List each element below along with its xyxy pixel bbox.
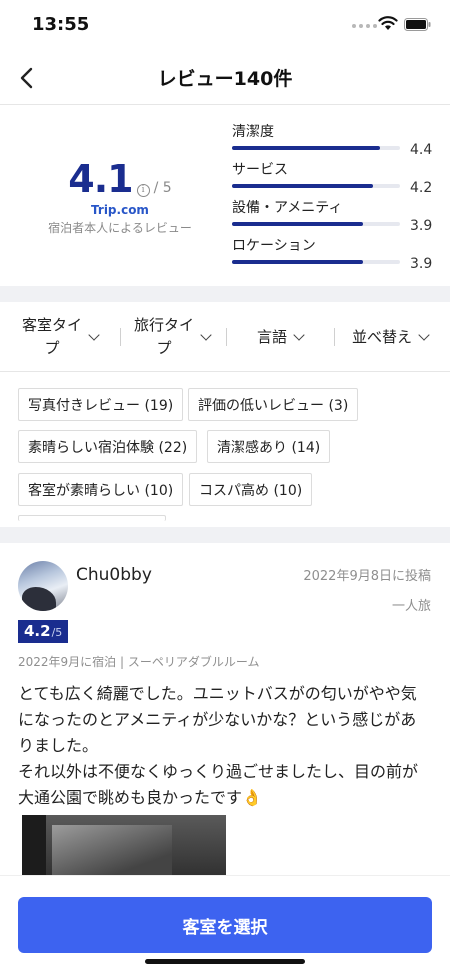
cellular-signal-icon [352,24,377,28]
chevron-down-icon [200,329,212,341]
page-title: レビュー140件 [157,68,293,90]
home-indicator [145,959,305,964]
overall-score: 4.1 [68,157,133,201]
category-value: 3.9 [410,256,433,272]
category-row: 設備・アメニティ 3.9 [232,197,432,235]
category-row: ロケーション 3.9 [232,235,432,273]
tag-chip[interactable]: 客室が素晴らしい (10) [18,473,184,506]
tag-chip[interactable]: コスパ高め (10) [189,473,313,506]
category-bar [232,146,400,150]
tag-chip[interactable]: 清潔感あり (14) [207,430,331,463]
trip-type: 一人旅 [391,599,431,614]
stay-info: 2022年9月に宿泊 | スーペリアダブルルーム [18,655,260,669]
review-text-paragraph: とても広く綺麗でした。ユニットバスがの匂いがやや気になったのとアメニティが少ない… [18,684,417,755]
category-ratings: 清潔度 4.4 サービス 4.2 設備・アメニティ 3.9 ロケーション 3.9 [232,121,432,273]
battery-icon [404,18,431,31]
review-text-paragraph: それ以外は不便なくゆっくり過ごせましたし、目の前が大通公園で眺めも良かったです👌 [18,762,419,807]
chevron-down-icon [293,329,305,341]
category-bar [232,222,400,226]
review-rating-max: /5 [51,626,63,639]
review-rating-badge: 4.2/5 [18,620,69,643]
tag-chip[interactable]: 評価の低いレビュー (3) [188,388,359,421]
rating-summary: 4.1 i / 5 Trip.com 宿泊者本人によるレビュー 清潔度 4.4 … [0,105,450,286]
filter-trip-type[interactable]: 旅行タイプ [122,314,222,360]
avatar[interactable] [18,561,68,611]
info-icon[interactable]: i [136,184,150,197]
tag-chip[interactable] [18,515,166,521]
post-date: 2022年9月8日に投稿 [303,569,431,584]
reviewer-name: Chu0bby [76,565,152,585]
divider [120,328,121,346]
tag-chip[interactable]: 素晴らしい宿泊体験 (22) [18,430,198,463]
filter-label: 並べ替え [351,327,412,346]
status-time: 13:55 [32,14,90,35]
category-bar [232,260,400,264]
filter-bar: 客室タイプ 旅行タイプ 言語 並べ替え [0,302,450,372]
category-bar [232,184,400,188]
divider [226,328,227,346]
bottom-bar: 客室を選択 [0,875,450,972]
filter-sort[interactable]: 並べ替え [338,314,442,360]
category-label: 設備・アメニティ [232,200,343,216]
filter-room-type[interactable]: 客室タイプ [10,314,110,360]
filter-language[interactable]: 言語 [230,314,330,360]
select-room-button[interactable]: 客室を選択 [18,897,432,953]
section-separator [0,286,450,302]
review-text: とても広く綺麗でした。ユニットバスがの匂いがやや気になったのとアメニティが少ない… [18,681,432,811]
header: レビュー140件 [0,50,450,104]
verified-reviews-label: 宿泊者本人によるレビュー [48,221,192,235]
overall-score-block: 4.1 i / 5 Trip.com 宿泊者本人によるレビュー [30,157,210,236]
filter-label: プ [44,339,60,357]
category-label: サービス [232,162,288,178]
category-label: 清潔度 [232,124,274,140]
chevron-down-icon [88,329,100,341]
divider [334,328,335,346]
category-value: 4.2 [410,180,433,196]
score-max: / 5 [153,180,172,196]
provider-logo: Trip.com [91,203,149,217]
wifi-icon [378,16,398,30]
screen: 13:55 レビュー140件 4.1 i / 5 Trip.com 宿泊者本人に… [0,0,450,972]
chevron-down-icon [418,329,430,341]
category-value: 4.4 [410,142,433,158]
category-value: 3.9 [410,218,433,234]
filter-label: 旅行タイ [133,316,194,334]
category-row: サービス 4.2 [232,159,432,197]
tag-chip[interactable]: 写真付きレビュー (19) [18,388,184,421]
category-label: ロケーション [232,238,316,254]
category-row: 清潔度 4.4 [232,121,432,159]
filter-label: プ [156,339,172,357]
section-separator [0,527,450,543]
filter-label: 言語 [256,327,287,346]
filter-label: 客室タイ [21,316,82,334]
status-bar: 13:55 [0,0,450,50]
review-rating: 4.2 [24,622,51,640]
